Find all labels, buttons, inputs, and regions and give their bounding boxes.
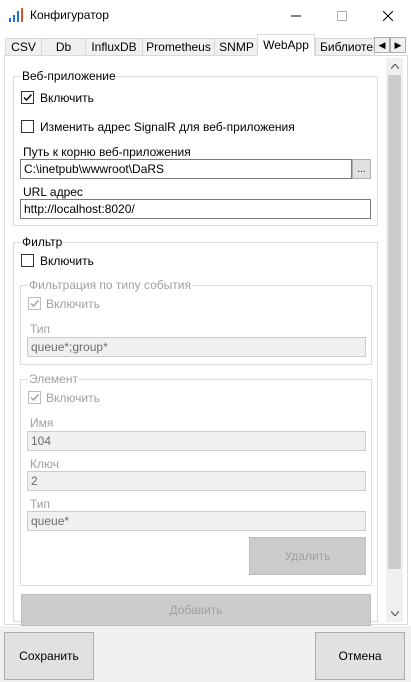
- webapp-group-title: Веб-приложение: [21, 69, 117, 83]
- root-path-input[interactable]: C:\inetpub\wwwroot\DaRS: [20, 159, 352, 179]
- event-type-type-label: Тип: [30, 322, 51, 336]
- event-type-enable-label[interactable]: Включить: [46, 297, 100, 311]
- browse-button[interactable]: ...: [352, 159, 371, 179]
- webapp-enable-checkbox[interactable]: [21, 91, 34, 104]
- save-button[interactable]: Сохранить: [4, 632, 94, 680]
- scroll-up-button[interactable]: [386, 58, 403, 75]
- chevron-down-icon: [390, 611, 399, 616]
- maximize-button[interactable]: [319, 0, 365, 32]
- element-enable-checkbox[interactable]: [28, 391, 41, 404]
- maximize-icon: [337, 11, 347, 21]
- checkmark-icon: [30, 394, 40, 402]
- filter-group-title: Фильтр: [21, 235, 64, 249]
- tab-snmp[interactable]: SNMP: [214, 38, 259, 55]
- delete-button[interactable]: Удалить: [249, 537, 366, 575]
- signal-bars-icon: [9, 8, 23, 22]
- minimize-icon: [291, 15, 301, 17]
- tab-db[interactable]: Db: [41, 38, 86, 55]
- cancel-button[interactable]: Отмена: [315, 632, 405, 680]
- close-button[interactable]: [365, 0, 411, 32]
- url-input[interactable]: http://localhost:8020/: [20, 199, 371, 219]
- url-label: URL адрес: [23, 185, 83, 199]
- tab-webapp[interactable]: WebApp: [257, 34, 315, 56]
- minimize-button[interactable]: [273, 0, 319, 32]
- element-name-label: Имя: [30, 416, 54, 430]
- event-type-type-input[interactable]: queue*;group*: [27, 337, 366, 357]
- window-title: Конфигуратор: [30, 8, 109, 22]
- signalr-checkbox[interactable]: [21, 120, 34, 133]
- element-name-input[interactable]: 104: [27, 431, 366, 451]
- checkmark-icon: [23, 94, 33, 102]
- element-type-input[interactable]: queue*: [27, 511, 366, 531]
- chevron-up-icon: [390, 64, 399, 69]
- checkmark-icon: [30, 300, 40, 308]
- element-type-label: Тип: [30, 497, 51, 511]
- element-group-title: Элемент: [28, 372, 79, 386]
- element-key-label: Ключ: [30, 457, 59, 471]
- tab-library[interactable]: Библиотек: [315, 38, 375, 55]
- tab-csv[interactable]: CSV: [5, 38, 42, 55]
- root-path-label: Путь к корню веб-приложения: [23, 145, 191, 159]
- filter-enable-checkbox[interactable]: [21, 254, 34, 267]
- scroll-down-button[interactable]: [386, 605, 403, 622]
- webapp-enable-label[interactable]: Включить: [40, 91, 94, 105]
- event-type-group-title: Фильтрация по типу события: [28, 278, 192, 292]
- tab-prometheus[interactable]: Prometheus: [142, 38, 215, 55]
- filter-enable-label[interactable]: Включить: [40, 254, 94, 268]
- close-icon: [383, 11, 393, 21]
- scrollbar-thumb[interactable]: [388, 75, 401, 569]
- chevron-right-icon: ▶: [394, 40, 402, 50]
- element-enable-label[interactable]: Включить: [46, 391, 100, 405]
- element-key-input[interactable]: 2: [27, 471, 366, 491]
- tab-influxdb[interactable]: InfluxDB: [85, 38, 143, 55]
- chevron-left-icon: ◀: [378, 40, 386, 50]
- event-type-enable-checkbox[interactable]: [28, 297, 41, 310]
- tab-scroll-right-button[interactable]: ▶: [390, 37, 406, 53]
- tab-scroll-left-button[interactable]: ◀: [374, 37, 390, 53]
- signalr-label[interactable]: Изменить адрес SignalR для веб-приложени…: [40, 120, 295, 134]
- add-button[interactable]: Добавить: [21, 594, 371, 626]
